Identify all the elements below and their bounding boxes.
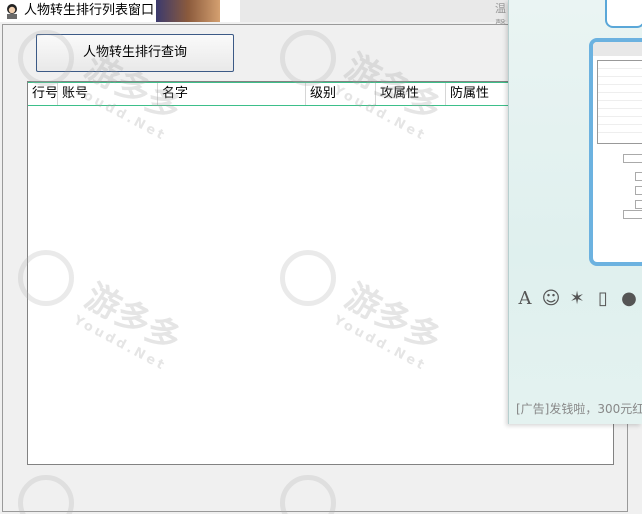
thumbnail-list: [597, 60, 642, 144]
background-window: 温馨提示: [240, 0, 510, 63]
thumbnail-row: [598, 101, 642, 109]
background-image-strip: [156, 0, 220, 22]
thumbnail-row: [598, 77, 642, 85]
thumbnail-row: [598, 93, 642, 101]
chat-window[interactable]: A ☺ ✶ ▯ ● [广告]发钱啦，300元红包: [508, 0, 642, 424]
microphone-icon[interactable]: ●: [619, 288, 639, 310]
screenshot-thumbnail[interactable]: [589, 38, 642, 266]
column-header-level[interactable]: 级别: [306, 83, 376, 105]
column-header-attack[interactable]: 攻属性: [376, 83, 446, 105]
column-header-row-number[interactable]: 行号: [28, 83, 58, 105]
app-window: 人物转生排行列表窗口 温馨提示 人物转生排行查询 行号 账号 名字 级别 攻属性…: [0, 0, 642, 514]
thumbnail-field: [635, 172, 642, 181]
thumbnail-row: [598, 125, 642, 133]
chat-toolbar: A ☺ ✶ ▯ ●: [515, 288, 642, 312]
column-header-name[interactable]: 名字: [158, 83, 306, 105]
window-title: 人物转生排行列表窗口: [24, 3, 155, 18]
app-icon: [7, 4, 17, 19]
thumbnail-field: [635, 186, 642, 195]
thumbnail-row: [598, 69, 642, 77]
query-button[interactable]: 人物转生排行查询: [36, 34, 234, 72]
thumbnail-row: [598, 61, 642, 69]
vibrate-icon[interactable]: ▯: [593, 288, 613, 310]
chat-message-bubble: [605, 0, 642, 28]
thumbnail-title: [593, 42, 642, 56]
thumbnail-row: [598, 85, 642, 93]
thumbnail-field: [623, 154, 642, 163]
thumbnail-row: [598, 117, 642, 125]
thumbnail-field: [635, 200, 642, 209]
thumbnail-field: [623, 210, 642, 219]
thumbnail-row: [598, 109, 642, 117]
chat-ad-text[interactable]: [广告]发钱啦，300元红包: [516, 400, 642, 417]
column-header-account[interactable]: 账号: [58, 83, 158, 105]
shake-icon[interactable]: ✶: [567, 288, 587, 310]
emoji-icon[interactable]: ☺: [541, 288, 561, 310]
font-icon[interactable]: A: [515, 288, 535, 310]
